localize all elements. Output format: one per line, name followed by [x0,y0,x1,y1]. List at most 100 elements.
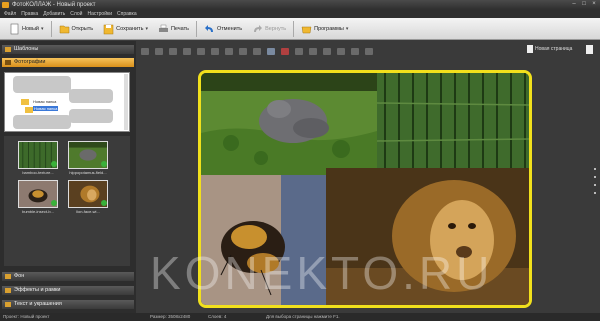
thumbnail[interactable]: bamboo-texture... [18,141,58,179]
align-right-icon[interactable] [225,47,233,55]
align-top-icon[interactable] [239,47,247,55]
bring-forward-icon[interactable] [141,47,149,55]
title-bar: ФотоКОЛЛАЖ - Новый проект – □ × [0,0,600,10]
bamboo-photo[interactable] [377,73,532,168]
app-logo-icon [2,2,9,8]
thumbnail-caption: bamboo-texture... [22,170,54,175]
menu-file[interactable]: Файл [4,10,16,18]
ungroup-icon[interactable] [309,47,317,55]
undo-button[interactable]: Отменить [201,20,245,38]
page-view-icon[interactable] [586,45,593,54]
tree-node[interactable]: Новая папка [33,99,56,104]
align-left-icon[interactable] [197,47,205,55]
menu-help[interactable]: Справка [117,10,137,18]
menu-bar: Файл Правка Добавить Слой Настройки Спра… [0,10,600,18]
page-icon [527,45,533,53]
check-icon [51,200,57,206]
status-bar: Проект: Новый проект Размер: 3508x2480 С… [0,313,600,321]
new-page-button[interactable]: Новая страница [527,45,572,53]
status-project: Проект: Новый проект [3,314,50,319]
open-button[interactable]: Открыть [56,20,97,38]
tree-scrollbar[interactable] [124,74,128,130]
thumbnail[interactable]: hippopotamus-field... [68,141,108,179]
folder-tree[interactable]: Новая папка Новая папка [4,72,130,132]
photos-icon [5,60,11,65]
bring-to-front-icon[interactable] [169,47,177,55]
chevron-down-icon[interactable]: ▾ [145,26,148,32]
undo-icon [205,24,213,32]
main-toolbar: Новый ▾ Открыть Сохранить ▾ Печать Отмен… [0,18,600,40]
maximize-icon[interactable]: □ [580,1,588,8]
redo-label: Вернуть [265,25,287,32]
menu-settings[interactable]: Настройки [87,10,112,18]
distribute-icon[interactable] [267,47,275,55]
menu-edit[interactable]: Правка [21,10,38,18]
open-label: Открыть [71,25,94,32]
save-icon [103,24,114,34]
folder-icon [25,107,33,113]
text-section[interactable]: Текст и украшения [2,300,134,309]
align-center-icon[interactable] [211,47,219,55]
send-to-back-icon[interactable] [183,47,191,55]
crop-icon[interactable] [337,47,345,55]
align-bottom-icon[interactable] [253,47,261,55]
lock-icon[interactable] [323,47,331,55]
redo-icon [254,24,263,32]
templates-icon [5,47,11,52]
programs-icon [301,26,312,33]
status-size: Размер: 3508x2480 [150,314,191,319]
chevron-down-icon[interactable]: ▾ [41,26,44,32]
check-icon [51,161,57,167]
thumbnail[interactable]: lion-face-wi... [68,180,108,218]
status-layers: Слоев: 4 [208,314,227,319]
app-window: ФотоКОЛЛАЖ - Новый проект – □ × Файл Пра… [0,0,600,321]
thumbnail[interactable]: bumble-insect-b... [18,180,58,218]
chevron-down-icon[interactable]: ▾ [346,26,349,32]
thumbnail-caption: lion-face-wi... [76,209,100,214]
folder-icon [59,25,69,33]
photos-label: Фотографии [14,59,46,65]
settings-icon[interactable] [351,47,359,55]
background-section[interactable]: Фон [2,272,134,281]
watermark-text: KONEKTO.RU [150,247,494,299]
photos-section[interactable]: Фотографии [2,58,134,67]
programs-label: Программы [314,25,344,32]
print-button[interactable]: Печать [155,20,192,38]
page-scroll-indicator[interactable] [594,168,597,200]
save-button[interactable]: Сохранить ▾ [100,20,151,38]
delete-icon[interactable] [281,47,289,55]
effects-label: Эффекты и рамки [14,287,61,293]
menu-add[interactable]: Добавить [43,10,65,18]
menu-layer[interactable]: Слой [70,10,82,18]
drive-blob [69,109,113,123]
minimize-icon[interactable]: – [570,1,578,8]
drive-blob [13,115,71,129]
close-icon[interactable]: × [590,1,598,8]
templates-label: Шаблоны [14,46,39,52]
save-label: Сохранить [116,25,144,32]
check-icon [101,161,107,167]
drive-blob [69,89,113,103]
printer-icon [158,24,168,32]
toolbar-divider [293,20,295,37]
new-button[interactable]: Новый ▾ [6,20,47,38]
drive-blob [13,76,71,93]
programs-button[interactable]: Программы ▾ [298,20,351,38]
background-label: Фон [14,273,25,279]
group-icon[interactable] [295,47,303,55]
text-label: Текст и украшения [14,301,62,307]
toolbar-divider [196,20,197,37]
tree-node-selected[interactable]: Новая папка [33,106,59,111]
new-label: Новый [22,25,39,32]
window-title: ФотоКОЛЛАЖ - Новый проект [12,2,96,8]
properties-icon[interactable] [365,47,373,55]
hippo-photo[interactable] [201,73,377,175]
templates-section[interactable]: Шаблоны [2,45,134,54]
photo-thumbnails: bamboo-texture... hippopotamus-field... … [4,136,130,266]
toolbar-divider [50,20,52,37]
send-backward-icon[interactable] [155,47,163,55]
status-hint: Для выбора страницы нажмите F1. [266,314,340,319]
effects-section[interactable]: Эффекты и рамки [2,286,134,295]
redo-button[interactable]: Вернуть [249,20,289,38]
new-page-icon [10,23,19,34]
